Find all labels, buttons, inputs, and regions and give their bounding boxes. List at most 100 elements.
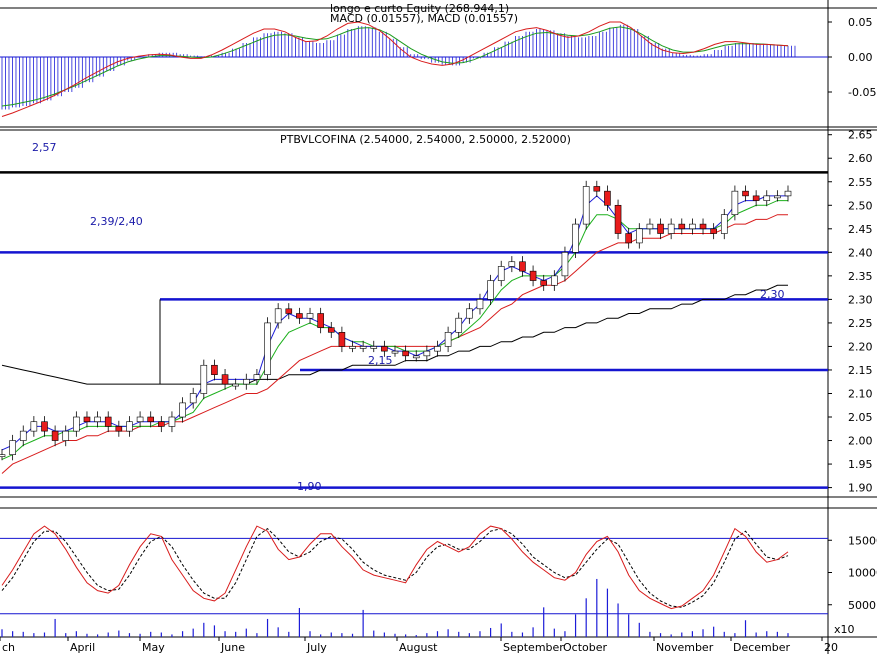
candle-body <box>381 346 388 352</box>
candle-body <box>699 223 707 230</box>
candle-body <box>51 430 59 441</box>
candle-body <box>540 280 548 286</box>
chart-stage: 0.05 0.00 -0.05 2.65 2.60 2.55 2.50 2.45 2.40 2.3… <box>0 0 877 654</box>
candle-body <box>572 223 579 253</box>
candle-body <box>763 195 771 201</box>
candle-body <box>73 416 80 432</box>
level-label-230: 2,30 <box>760 288 785 301</box>
price-tick-label: 2.15 <box>848 364 873 377</box>
candle-body <box>774 195 781 199</box>
candle-body <box>551 275 558 286</box>
candle-body <box>168 416 176 427</box>
price-tick-label: 2.10 <box>848 387 873 400</box>
macd-tick-label: 0.05 <box>848 16 873 29</box>
candle-body <box>635 228 643 244</box>
candle-body <box>657 223 664 234</box>
volume-stochastic-panel <box>0 525 828 637</box>
candle-body <box>94 416 101 423</box>
price-tick-label: 2.40 <box>848 246 873 259</box>
candle-body <box>19 430 27 441</box>
candle-body <box>423 350 431 357</box>
candle-body <box>689 223 696 230</box>
candle-body <box>317 313 324 328</box>
candle-body <box>434 346 441 352</box>
candle-body <box>264 322 271 375</box>
candle-body <box>370 346 378 349</box>
candle-body <box>136 416 144 423</box>
candle-body <box>242 379 250 385</box>
candle-body <box>41 421 48 432</box>
price-tick-label: 2.35 <box>848 270 873 283</box>
candle-body <box>604 190 611 206</box>
candle-body <box>349 346 356 349</box>
candle-body <box>158 421 165 427</box>
macd-signal-line <box>1 26 789 107</box>
price-tick-label: 2.25 <box>848 317 873 330</box>
level-label-257: 2,57 <box>32 141 57 154</box>
month-label: April <box>70 641 95 654</box>
candle-body <box>285 308 293 314</box>
candle-body <box>529 270 537 281</box>
candle-body <box>221 374 229 385</box>
candle-body <box>455 317 463 333</box>
month-label: November <box>656 641 714 654</box>
price-tick-label: 2.45 <box>848 223 873 236</box>
candle-body <box>402 350 409 357</box>
candle-body <box>519 261 526 272</box>
candle-body <box>508 261 516 267</box>
month-label: July <box>306 641 327 654</box>
price-tick-label: 2.55 <box>848 176 873 189</box>
macd-main-line <box>1 21 789 117</box>
candle-body <box>296 313 303 319</box>
price-tick-label: 1.95 <box>848 458 873 471</box>
candle-body <box>0 454 6 457</box>
technical-chart: 0.05 0.00 -0.05 2.65 2.60 2.55 2.50 2.45 2.40 2.3… <box>0 0 877 654</box>
candle-body <box>412 355 420 359</box>
price-tick-label: 2.60 <box>848 152 873 165</box>
x-axis: ch April May June July August September October… <box>0 637 838 654</box>
candle-body <box>306 313 314 319</box>
month-label: September <box>503 641 564 654</box>
month-label: August <box>399 641 438 654</box>
candle-body <box>338 332 346 347</box>
candle-body <box>678 223 686 230</box>
macd-title-2: MACD (0.01557), MACD (0.01557) <box>330 12 518 25</box>
ma-mid-line <box>1 200 788 460</box>
candle-body <box>466 308 473 319</box>
candle-body <box>83 416 91 423</box>
candle-body <box>200 364 208 394</box>
price-tick-label: 2.30 <box>848 293 873 306</box>
candle-body <box>253 374 261 380</box>
candle-body <box>30 421 38 432</box>
volume-multiplier-label: x10 <box>834 623 855 636</box>
candle-body <box>444 332 452 347</box>
macd-tick-label: -0.05 <box>848 86 876 99</box>
level-label-215: 2,15 <box>368 354 393 367</box>
candle-body <box>497 266 505 281</box>
candle-body <box>646 223 654 230</box>
candle-body <box>731 190 739 215</box>
month-label: ch <box>2 641 15 654</box>
month-label: June <box>220 641 245 654</box>
price-tick-label: 2.00 <box>848 435 873 448</box>
macd-panel <box>0 21 828 117</box>
candle-body <box>126 421 133 432</box>
price-tick-label: 2.20 <box>848 340 873 353</box>
candle-body <box>784 190 792 197</box>
candle-body <box>359 346 367 349</box>
month-label: December <box>733 641 791 654</box>
candle-body <box>189 393 197 404</box>
candle-body <box>476 299 484 310</box>
month-label: October <box>563 641 607 654</box>
price-tick-label: 2.50 <box>848 199 873 212</box>
candle-body <box>710 228 717 234</box>
candle-body <box>62 430 70 441</box>
candle-body <box>667 223 675 234</box>
volume-tick-label: 5000 <box>848 599 876 612</box>
candle-body <box>274 308 282 324</box>
price-tick-label: 2.65 <box>848 129 873 142</box>
y-axes: 0.05 0.00 -0.05 2.65 2.60 2.55 2.50 2.45 2.40 2.3… <box>828 16 877 636</box>
candle-body <box>614 204 622 234</box>
candle-body <box>147 416 155 423</box>
candle-body <box>211 364 218 375</box>
